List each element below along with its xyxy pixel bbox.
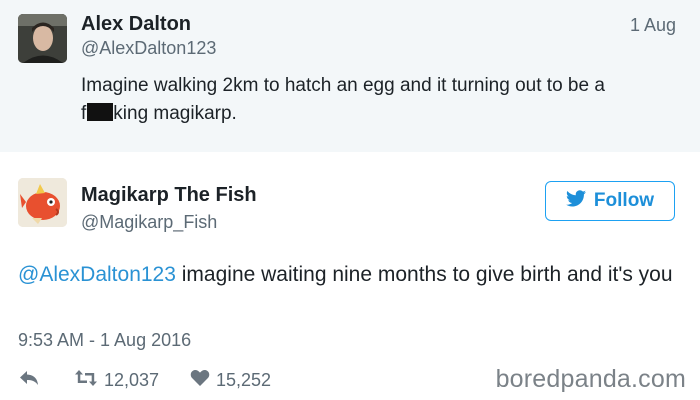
tweet-text-f: f [81,103,87,124]
watermark: boredpanda.com [495,365,686,393]
avatar[interactable] [18,14,67,63]
tweet-text-line2: king magikarp. [113,103,237,124]
reply-icon [18,369,40,392]
heart-icon [190,369,210,392]
reply-button[interactable] [18,366,40,394]
tweet-text-line1: Imagine walking 2km to hatch an egg and … [81,75,605,96]
tweet-text-body: imagine waiting nine months to give birt… [175,263,673,286]
author-handle[interactable]: @AlexDalton123 [81,38,216,59]
retweet-count: 12,037 [104,369,160,390]
tweet-timestamp[interactable]: 9:53 AM - 1 Aug 2016 [18,330,191,351]
tweet-date[interactable]: 1 Aug [630,15,676,36]
follow-label: Follow [593,190,655,211]
retweet-button[interactable]: 12,037 [74,366,159,394]
avatar[interactable] [18,178,67,227]
censor-block [87,103,114,121]
author-name[interactable]: Magikarp The Fish [81,184,257,207]
bird-icon [565,189,586,213]
like-button[interactable]: 15,252 [190,366,271,394]
tweet-text: @AlexDalton123 imagine waiting nine mont… [18,259,688,290]
retweet-icon [74,369,98,392]
author-name[interactable]: Alex Dalton [81,13,191,36]
mention-link[interactable]: @AlexDalton123 [18,263,176,286]
tweet-text: Imagine walking 2km to hatch an egg and … [81,72,671,128]
like-count: 15,252 [216,369,272,390]
author-handle[interactable]: @Magikarp_Fish [81,212,217,233]
quoted-tweet: Alex Dalton @AlexDalton123 1 Aug Imagine… [0,0,700,152]
follow-button[interactable]: Follow [545,181,675,221]
